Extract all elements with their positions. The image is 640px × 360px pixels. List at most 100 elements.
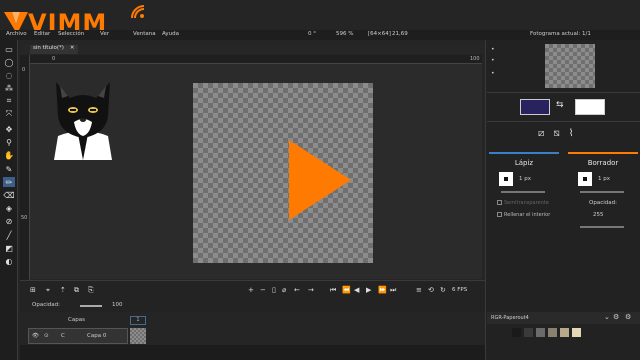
layer-name: Capa 0 — [87, 333, 107, 339]
add-frame-icon[interactable]: + — [248, 286, 254, 294]
layer-link-icon[interactable]: ⌖ — [46, 286, 50, 295]
loop-icon[interactable]: ⇡ — [60, 286, 66, 294]
current-frame-label: Fotograma actual: 1/1 — [530, 31, 591, 37]
primary-color-swatch[interactable] — [520, 99, 550, 115]
mode-icon-2[interactable]: ⧅ — [553, 128, 568, 139]
refresh-icon[interactable]: ↻ — [440, 286, 446, 294]
frame-preview[interactable] — [545, 44, 595, 88]
tool-bar: ▭ ◯ ◌ ⁂ ⌗ ⤧ ✥ ⚲ ✋ ✎ ✏ ⌫ ◈ ⊘ ╱ ◩ ◐ — [0, 40, 18, 360]
divider — [487, 92, 640, 93]
ruler-vertical: 0 50 — [20, 55, 30, 280]
eraser-size[interactable]: 1 px — [598, 176, 610, 182]
layer-frame-thumbnail[interactable] — [130, 328, 146, 344]
line-icon[interactable]: ╱ — [3, 230, 15, 240]
pencil-title: Lápiz — [514, 159, 534, 167]
menu-ver[interactable]: Ver — [100, 31, 109, 37]
layer-opacity-label: Opacidad: — [32, 302, 60, 308]
palette-swatch[interactable] — [524, 328, 533, 337]
tag-icon[interactable]: ⌀ — [282, 286, 286, 294]
layer-opacity-slider[interactable] — [80, 305, 102, 307]
palette-swatch[interactable] — [512, 328, 521, 337]
ruler-top-start: 0 — [52, 56, 56, 62]
layer-row[interactable]: 👁 ⊙ C Capa 0 — [28, 328, 128, 344]
frame-number-cell[interactable]: 1 — [130, 316, 146, 325]
duplicate-icon[interactable]: ⧉ — [74, 286, 79, 295]
brush-icon[interactable]: ⊘ — [3, 216, 15, 226]
play-button-icon[interactable]: ▶ — [366, 286, 371, 294]
ruler-horizontal: 0 100 — [30, 55, 482, 64]
menu-editar[interactable]: Editar — [34, 31, 50, 37]
divider — [487, 121, 640, 122]
tab-untitled[interactable]: sin título(*) ✕ — [30, 45, 78, 54]
last-frame-icon[interactable]: ⏭ — [390, 286, 396, 295]
ruler-top-end: 100 — [470, 56, 480, 62]
shading-icon[interactable]: ◐ — [3, 256, 15, 266]
crop-icon[interactable]: ⌗ — [3, 96, 15, 106]
loop-toggle-icon[interactable]: ⟲ — [428, 286, 434, 294]
rect-select-icon[interactable]: ▭ — [3, 44, 15, 54]
hand-icon[interactable]: ✋ — [3, 150, 15, 160]
eraser-icon[interactable]: ⌫ — [3, 190, 15, 200]
fps-readout[interactable]: 6 FPS — [452, 287, 467, 293]
swap-colors-icon[interactable]: ⇆ — [556, 100, 564, 110]
canvas-size-readout: [64×64] — [368, 31, 391, 37]
export-icon[interactable]: ⎘ — [88, 286, 94, 295]
secondary-color-swatch[interactable] — [575, 99, 605, 115]
menu-ayuda[interactable]: Ayuda — [162, 31, 179, 37]
eraser-size-slider[interactable] — [580, 191, 624, 193]
layer-opacity-value[interactable]: 100 — [112, 302, 123, 308]
menu-seleccion[interactable]: Selección — [58, 31, 84, 37]
eye-icon[interactable]: 👁 — [32, 333, 39, 339]
prev-frame-icon[interactable]: ⏪ — [342, 286, 351, 294]
chevron-down-icon[interactable]: ⌄ — [604, 313, 610, 321]
eraser-opacity-value[interactable]: 255 — [593, 212, 604, 218]
first-frame-icon[interactable]: ⏮ — [330, 286, 336, 295]
ellipse-select-icon[interactable]: ◯ — [3, 57, 15, 67]
pencil-size[interactable]: 1 px — [519, 176, 531, 182]
pencil-icon[interactable]: ✏ — [3, 177, 15, 187]
zoom-icon[interactable]: ⚲ — [3, 137, 15, 147]
gradient-icon[interactable]: ◩ — [3, 243, 15, 253]
pencil-brush-shape[interactable] — [499, 172, 513, 186]
eraser-title: Borrador — [587, 159, 619, 167]
palette-edit-icon[interactable]: ⚙ — [625, 313, 631, 321]
pixel-mode-icons: ⧄⧅⌇ — [538, 128, 583, 139]
layer-opacity-row: Opacidad: 100 — [20, 300, 485, 312]
eraser-brush-shape[interactable] — [578, 172, 592, 186]
eyedropper-icon[interactable]: ✎ — [3, 164, 15, 174]
magic-wand-icon[interactable]: ⁂ — [3, 83, 15, 93]
eraser-opacity-slider[interactable] — [580, 226, 624, 228]
move-right-icon[interactable]: → — [308, 286, 314, 294]
palette-settings-icon[interactable]: ⚙ — [613, 313, 619, 321]
settings-list-icon[interactable]: ≡ — [416, 286, 422, 294]
menu-bar: Archivo Editar Selección Ver Ventana Ayu… — [0, 30, 485, 40]
transform-icon[interactable]: ⤧ — [3, 109, 15, 119]
onion-skin-icon[interactable]: ⊞ — [30, 286, 36, 294]
mode-icon-1[interactable]: ⧄ — [538, 128, 553, 139]
lasso-icon[interactable]: ◌ — [3, 70, 15, 80]
lock-icon[interactable]: ⊙ — [44, 333, 49, 339]
menu-ventana[interactable]: Ventana — [133, 31, 156, 37]
next-frame-icon[interactable]: ⏩ — [378, 286, 387, 294]
palette-swatch[interactable] — [560, 328, 569, 337]
palette-swatch[interactable] — [536, 328, 545, 337]
palette-swatch[interactable] — [548, 328, 557, 337]
copy-frame-icon[interactable]: ▯ — [272, 286, 276, 294]
cat-in-suit-image — [54, 82, 112, 160]
mode-icon-3[interactable]: ⌇ — [569, 128, 583, 139]
pencil-size-slider[interactable] — [501, 191, 545, 193]
move-left-icon[interactable]: ← — [294, 286, 300, 294]
fill-icon[interactable]: ◈ — [3, 203, 15, 213]
remove-frame-icon[interactable]: − — [260, 286, 266, 294]
menu-archivo[interactable]: Archivo — [6, 31, 27, 37]
pencil-semitransparent-checkbox[interactable]: Semitransparente — [497, 200, 549, 206]
move-icon[interactable]: ✥ — [3, 124, 15, 134]
play-back-icon[interactable]: ◀ — [354, 286, 359, 294]
palette-selector[interactable]: RGR-Paperout4 ⌄ ⚙ ⚙ — [487, 312, 640, 324]
pencil-fill-inside-checkbox[interactable]: Rellenar el interior — [497, 212, 550, 218]
palette-swatch[interactable] — [572, 328, 581, 337]
timeline-empty-area — [20, 345, 485, 360]
close-icon[interactable]: ✕ — [70, 45, 75, 51]
document-tabs: sin título(*) ✕ — [20, 44, 485, 54]
zoom-readout: 596 % — [336, 31, 354, 37]
